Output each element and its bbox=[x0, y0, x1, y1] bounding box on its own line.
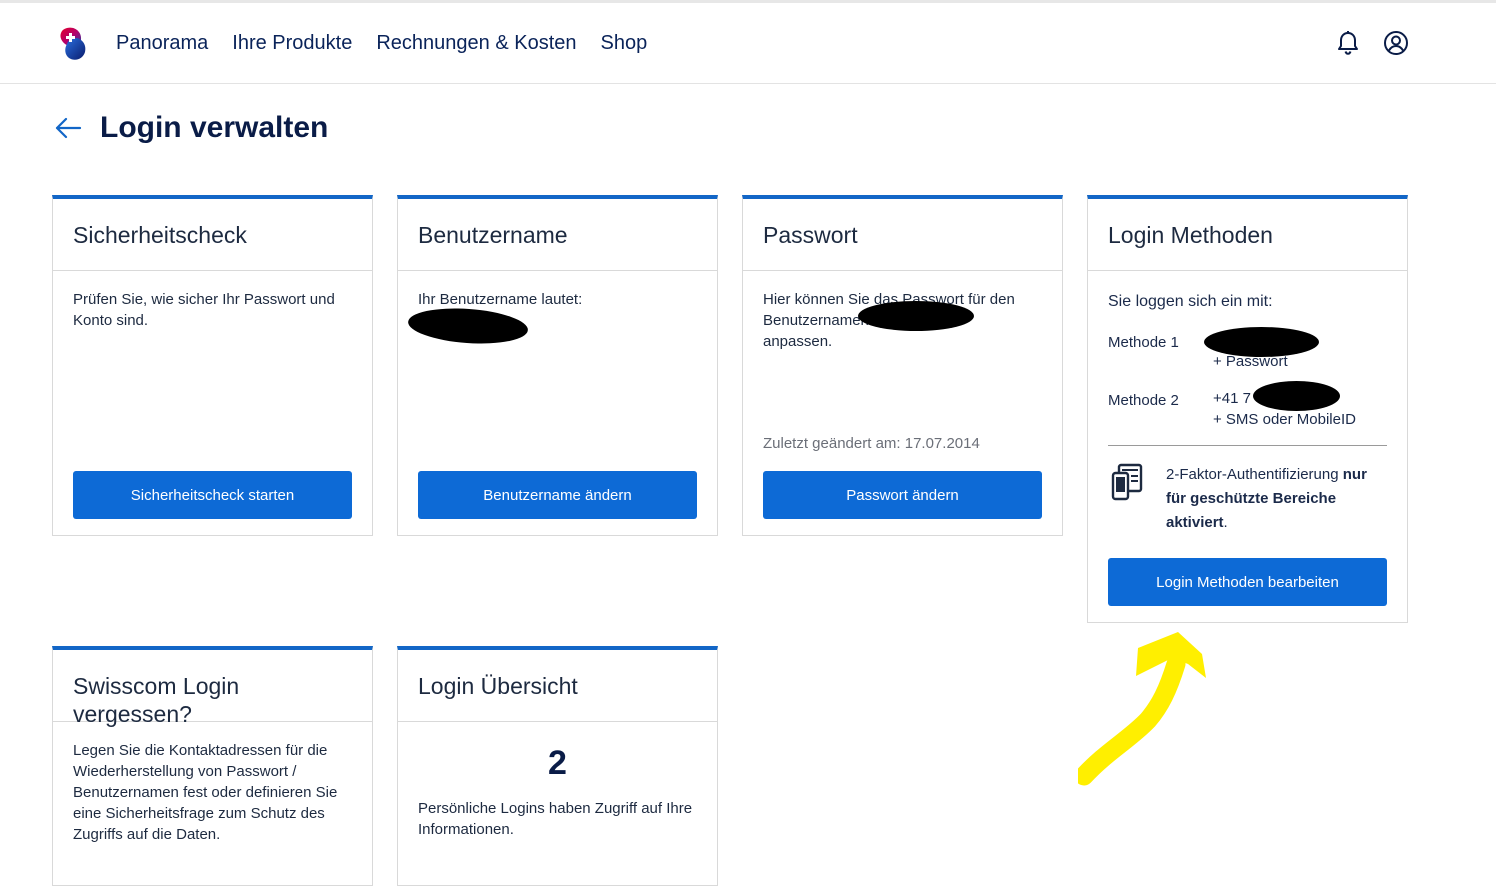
two-factor-status: 2-Faktor-Authentifizierung nur für gesch… bbox=[1166, 463, 1386, 535]
card-body: Ihr Benutzername lautet: bbox=[398, 271, 717, 310]
redacted-username bbox=[858, 301, 974, 331]
method-2-phone: +41 7 bbox=[1213, 390, 1251, 407]
card-description-line: anpassen. bbox=[763, 333, 833, 350]
two-factor-suffix: . bbox=[1223, 514, 1228, 531]
card-security-check: Sicherheitscheck Prüfen Sie, wie sicher … bbox=[52, 195, 373, 536]
card-header: Benutzername bbox=[398, 199, 717, 271]
devices-icon bbox=[1111, 463, 1143, 501]
method-1-label: Methode 1 bbox=[1108, 334, 1179, 351]
page-title: Login verwalten bbox=[100, 111, 329, 144]
method-2-label: Methode 2 bbox=[1108, 392, 1179, 409]
card-description: Prüfen Sie, wie sicher Ihr Passwort und … bbox=[73, 291, 335, 329]
card-body: Prüfen Sie, wie sicher Ihr Passwort und … bbox=[53, 271, 372, 331]
nav-item-bills[interactable]: Rechnungen & Kosten bbox=[376, 30, 576, 56]
user-circle-icon[interactable] bbox=[1383, 30, 1409, 56]
redacted-phone-number bbox=[1253, 381, 1340, 411]
nav-item-shop[interactable]: Shop bbox=[601, 30, 648, 56]
card-header: Login Methoden bbox=[1088, 199, 1407, 271]
card-forgot-login: Swisscom Login vergessen? Legen Sie die … bbox=[52, 646, 373, 886]
card-title: Swisscom Login vergessen? bbox=[73, 673, 240, 727]
methods-intro: Sie loggen sich ein mit: bbox=[1108, 293, 1273, 310]
card-login-methods: Login Methoden Sie loggen sich ein mit: … bbox=[1087, 195, 1408, 623]
card-title: Benutzername bbox=[418, 222, 568, 248]
card-title: Login Übersicht bbox=[418, 673, 578, 699]
card-header: Passwort bbox=[743, 199, 1062, 271]
card-description: Persönliche Logins haben Zugriff auf Ihr… bbox=[418, 800, 693, 838]
card-header: Login Übersicht bbox=[398, 650, 717, 722]
card-description: Ihr Benutzername lautet: bbox=[418, 291, 583, 308]
annotation-arrow-icon bbox=[1078, 632, 1206, 786]
nav-item-panorama[interactable]: Panorama bbox=[116, 30, 208, 56]
swisscom-logo-icon[interactable] bbox=[55, 24, 91, 64]
method-1-detail: + Passwort bbox=[1213, 353, 1288, 370]
card-title: Login Methoden bbox=[1108, 222, 1273, 248]
card-title: Passwort bbox=[763, 222, 858, 248]
bell-icon[interactable] bbox=[1336, 30, 1360, 56]
two-factor-prefix: 2-Faktor-Authentifizierung bbox=[1166, 466, 1343, 483]
last-changed-date: Zuletzt geändert am: 17.07.2014 bbox=[763, 435, 980, 452]
start-security-check-button[interactable]: Sicherheitscheck starten bbox=[73, 471, 352, 519]
card-title: Sicherheitscheck bbox=[73, 222, 247, 248]
main-nav: Panorama Ihre Produkte Rechnungen & Kost… bbox=[116, 30, 647, 56]
card-header: Swisscom Login vergessen? bbox=[53, 650, 372, 727]
top-navigation-bar: Panorama Ihre Produkte Rechnungen & Kost… bbox=[0, 3, 1496, 84]
card-header: Sicherheitscheck bbox=[53, 199, 372, 271]
divider bbox=[1108, 445, 1387, 446]
card-description: Legen Sie die Kontaktadressen für die Wi… bbox=[73, 742, 338, 843]
card-username: Benutzername Ihr Benutzername lautet: Be… bbox=[397, 195, 718, 536]
arrow-left-icon[interactable] bbox=[54, 114, 82, 142]
edit-login-methods-button[interactable]: Login Methoden bearbeiten bbox=[1108, 558, 1387, 606]
redacted-username bbox=[406, 304, 530, 348]
card-login-overview: Login Übersicht 2 Persönliche Logins hab… bbox=[397, 646, 718, 886]
card-password: Passwort Hier können Sie das Passwort fü… bbox=[742, 195, 1063, 536]
card-body: Legen Sie die Kontaktadressen für die Wi… bbox=[53, 722, 372, 845]
login-count: 2 bbox=[548, 744, 567, 782]
nav-item-products[interactable]: Ihre Produkte bbox=[232, 30, 352, 56]
change-username-button[interactable]: Benutzername ändern bbox=[418, 471, 697, 519]
method-2-detail: + SMS oder MobileID bbox=[1213, 411, 1356, 428]
change-password-button[interactable]: Passwort ändern bbox=[763, 471, 1042, 519]
